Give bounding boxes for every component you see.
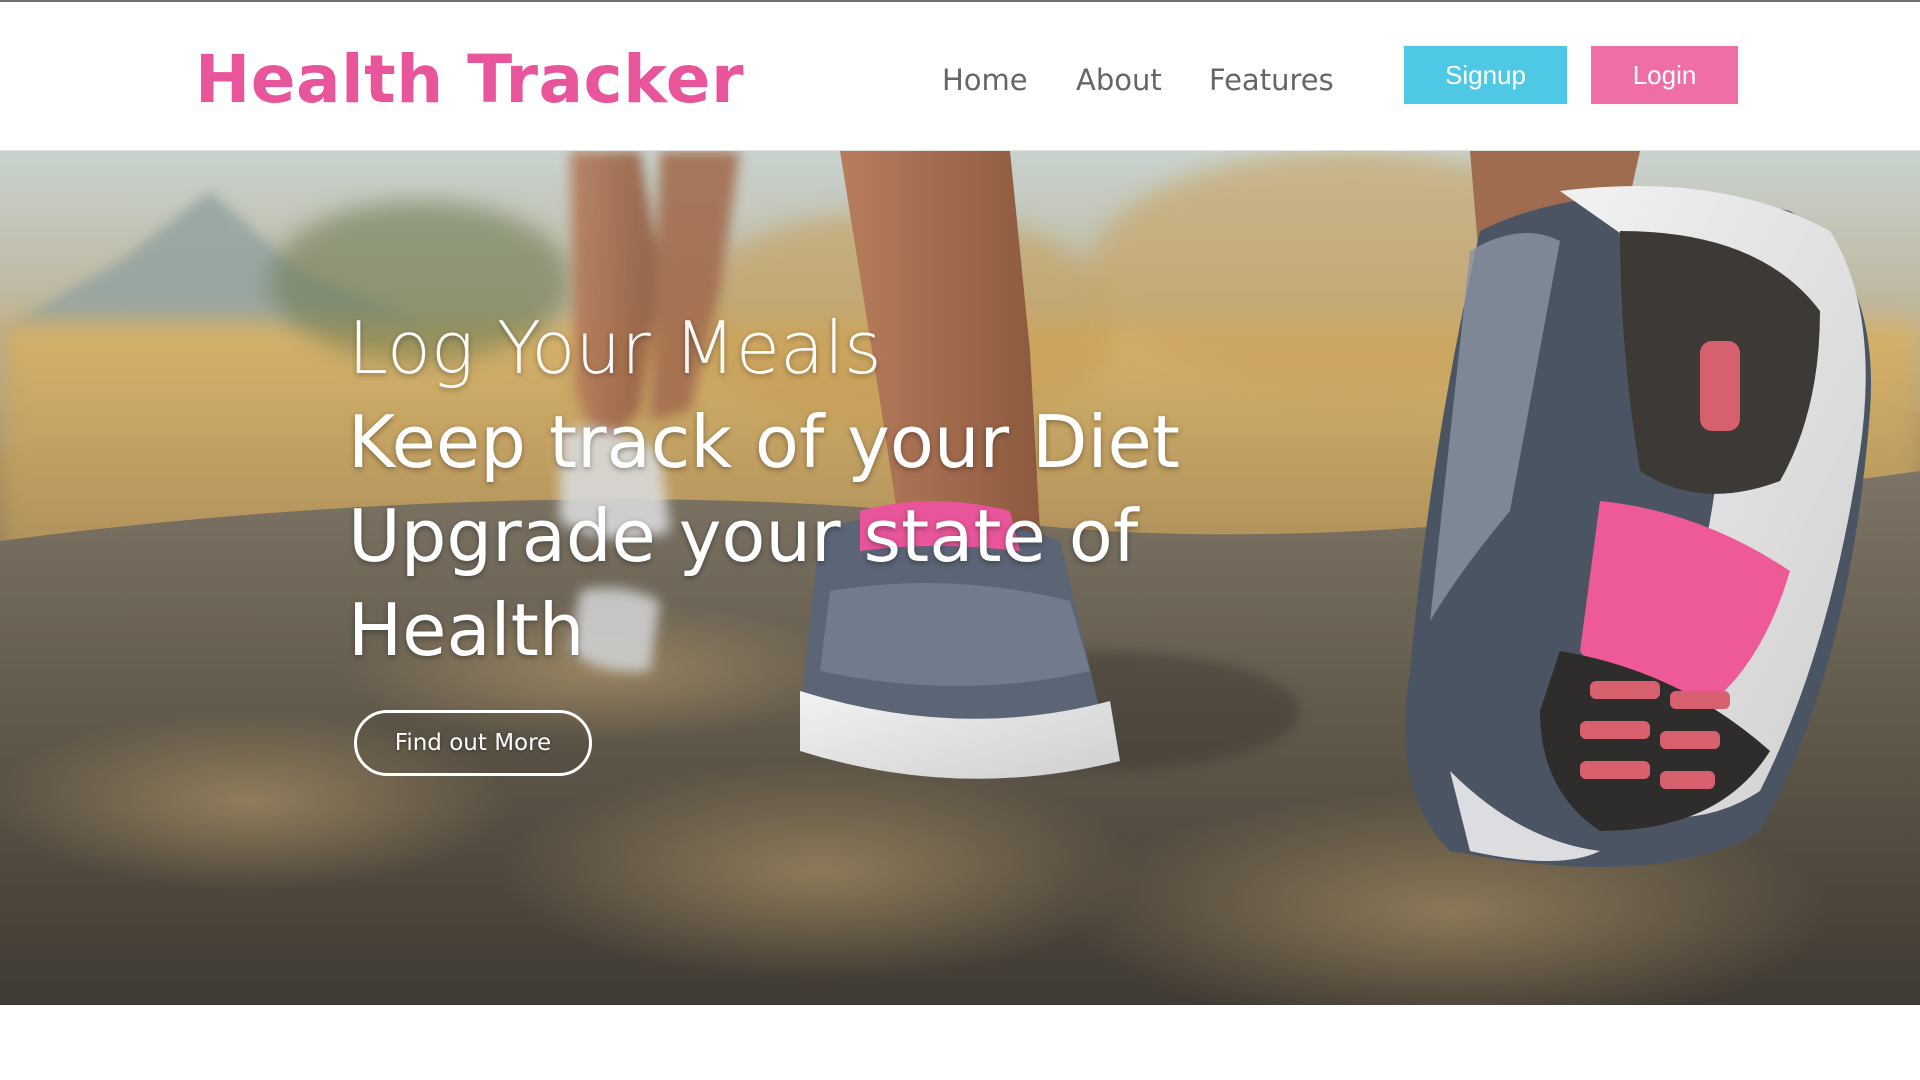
landing-page: Health Tracker Home About Features Signu… (0, 0, 1920, 1080)
nav-about[interactable]: About (1076, 60, 1209, 100)
hero-line-1: Log Your Meals (348, 306, 882, 390)
hero-banner: Log Your Meals Keep track of your Diet U… (0, 150, 1920, 1005)
site-header: Health Tracker Home About Features Signu… (0, 2, 1920, 150)
signup-button[interactable]: Signup (1404, 46, 1567, 104)
nav-home[interactable]: Home (942, 60, 1076, 100)
find-out-more-button[interactable]: Find out More (354, 710, 592, 776)
hero-line-4: Health (348, 588, 585, 672)
hero-headline: Log Your Meals Keep track of your Diet U… (348, 301, 1248, 677)
page-footer-space (0, 1005, 1920, 1080)
main-nav: Home About Features (942, 60, 1349, 100)
login-button[interactable]: Login (1591, 46, 1738, 104)
nav-features[interactable]: Features (1209, 60, 1349, 100)
hero-line-2: Keep track of your Diet (348, 400, 1180, 484)
hero-line-3: Upgrade your state of (348, 494, 1139, 578)
brand-logo[interactable]: Health Tracker (195, 40, 744, 120)
